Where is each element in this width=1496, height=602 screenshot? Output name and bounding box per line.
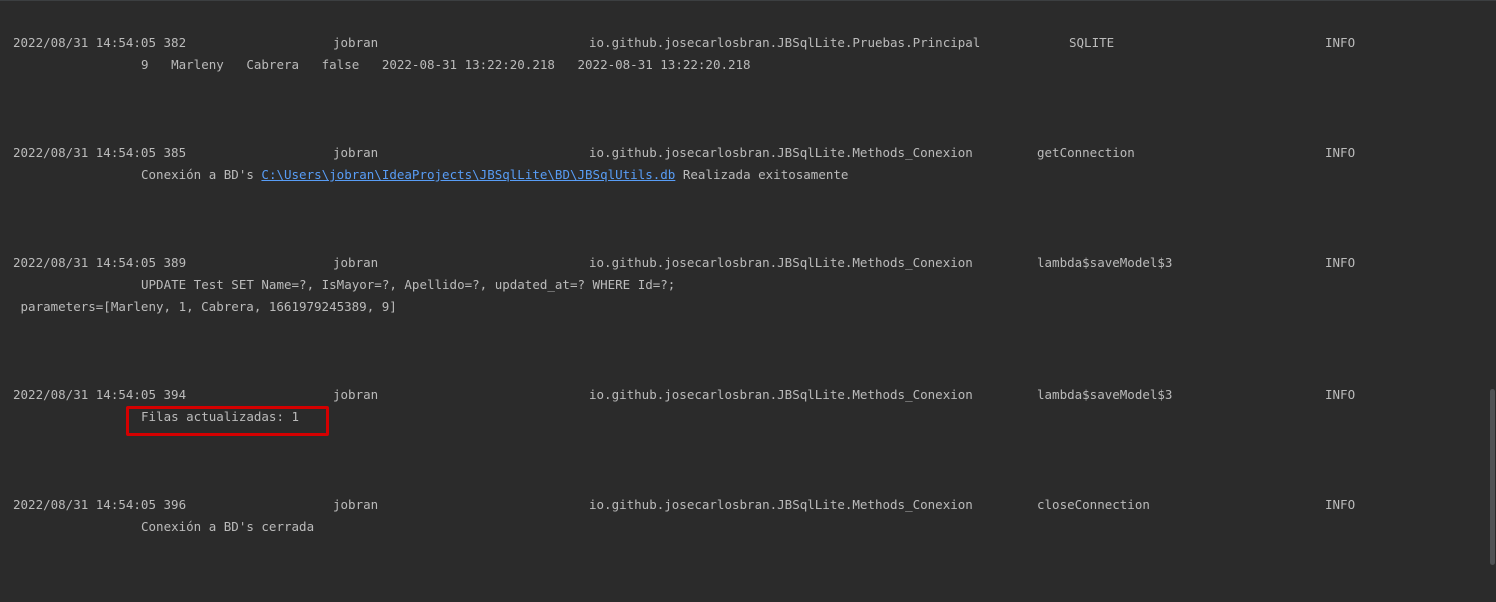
log-message-prefix: Conexión a BD's bbox=[141, 167, 262, 182]
log-entry-header: 2022/08/31 14:54:05 394 jobran io.github… bbox=[0, 384, 1355, 406]
log-class: io.github.josecarlosbran.JBSqlLite.Metho… bbox=[589, 145, 973, 160]
log-level: INFO bbox=[1325, 35, 1356, 50]
log-class: io.github.josecarlosbran.JBSqlLite.Prueb… bbox=[589, 35, 981, 50]
log-message: Conexión a BD's cerrada bbox=[141, 519, 315, 534]
log-level: INFO bbox=[1325, 145, 1356, 160]
log-user: jobran bbox=[333, 145, 379, 160]
log-entry-header: 2022/08/31 14:54:05 382 jobran io.github… bbox=[0, 32, 1355, 54]
log-entry-header: 2022/08/31 14:54:05 385 jobran io.github… bbox=[0, 142, 1355, 164]
log-timestamp: 2022/08/31 14:54:05 389 bbox=[13, 255, 187, 270]
log-timestamp: 2022/08/31 14:54:05 396 bbox=[13, 497, 187, 512]
console-output: 2022/08/31 14:54:05 382 jobran io.github… bbox=[0, 0, 1496, 602]
log-method: lambda$saveModel$3 bbox=[1037, 255, 1173, 270]
log-message-params: parameters=[Marleny, 1, Cabrera, 1661979… bbox=[13, 299, 397, 314]
log-method: getConnection bbox=[1037, 145, 1135, 160]
log-level: INFO bbox=[1325, 497, 1356, 512]
log-timestamp: 2022/08/31 14:54:05 385 bbox=[13, 145, 187, 160]
log-method: lambda$saveModel$3 bbox=[1037, 387, 1173, 402]
log-entry-header: 2022/08/31 14:54:05 396 jobran io.github… bbox=[0, 494, 1355, 516]
log-message-line: Conexión a BD's cerrada bbox=[0, 516, 314, 538]
log-message-suffix: Realizada exitosamente bbox=[675, 167, 849, 182]
log-level: INFO bbox=[1325, 255, 1356, 270]
log-class: io.github.josecarlosbran.JBSqlLite.Metho… bbox=[589, 387, 973, 402]
highlight-annotation-box bbox=[126, 406, 329, 436]
log-user: jobran bbox=[333, 255, 379, 270]
log-message: UPDATE Test SET Name=?, IsMayor=?, Apell… bbox=[141, 277, 676, 292]
log-user: jobran bbox=[333, 497, 379, 512]
vertical-scrollbar[interactable] bbox=[1488, 1, 1496, 602]
log-level: INFO bbox=[1325, 387, 1356, 402]
scrollbar-thumb[interactable] bbox=[1490, 389, 1495, 565]
log-method: SQLITE bbox=[1069, 35, 1115, 50]
log-method: closeConnection bbox=[1037, 497, 1150, 512]
log-message-line: Conexión a BD's C:\Users\jobran\IdeaProj… bbox=[0, 164, 848, 186]
log-message-line: 9 Marleny Cabrera false 2022-08-31 13:22… bbox=[0, 54, 751, 76]
log-class: io.github.josecarlosbran.JBSqlLite.Metho… bbox=[589, 497, 973, 512]
log-message: 9 Marleny Cabrera false 2022-08-31 13:22… bbox=[141, 57, 751, 72]
log-message-line: parameters=[Marleny, 1, Cabrera, 1661979… bbox=[0, 296, 397, 318]
log-class: io.github.josecarlosbran.JBSqlLite.Metho… bbox=[589, 255, 973, 270]
db-path-link[interactable]: C:\Users\jobran\IdeaProjects\JBSqlLite\B… bbox=[261, 167, 675, 182]
log-entry-header: 2022/08/31 14:54:05 389 jobran io.github… bbox=[0, 252, 1355, 274]
log-message: Conexión a BD's C:\Users\jobran\IdeaProj… bbox=[141, 164, 848, 186]
log-message-line: UPDATE Test SET Name=?, IsMayor=?, Apell… bbox=[0, 274, 675, 296]
log-user: jobran bbox=[333, 387, 379, 402]
log-timestamp: 2022/08/31 14:54:05 394 bbox=[13, 387, 187, 402]
log-message-line: Filas actualizadas: 1 bbox=[0, 406, 299, 428]
log-user: jobran bbox=[333, 35, 379, 50]
log-timestamp: 2022/08/31 14:54:05 382 bbox=[13, 35, 187, 50]
